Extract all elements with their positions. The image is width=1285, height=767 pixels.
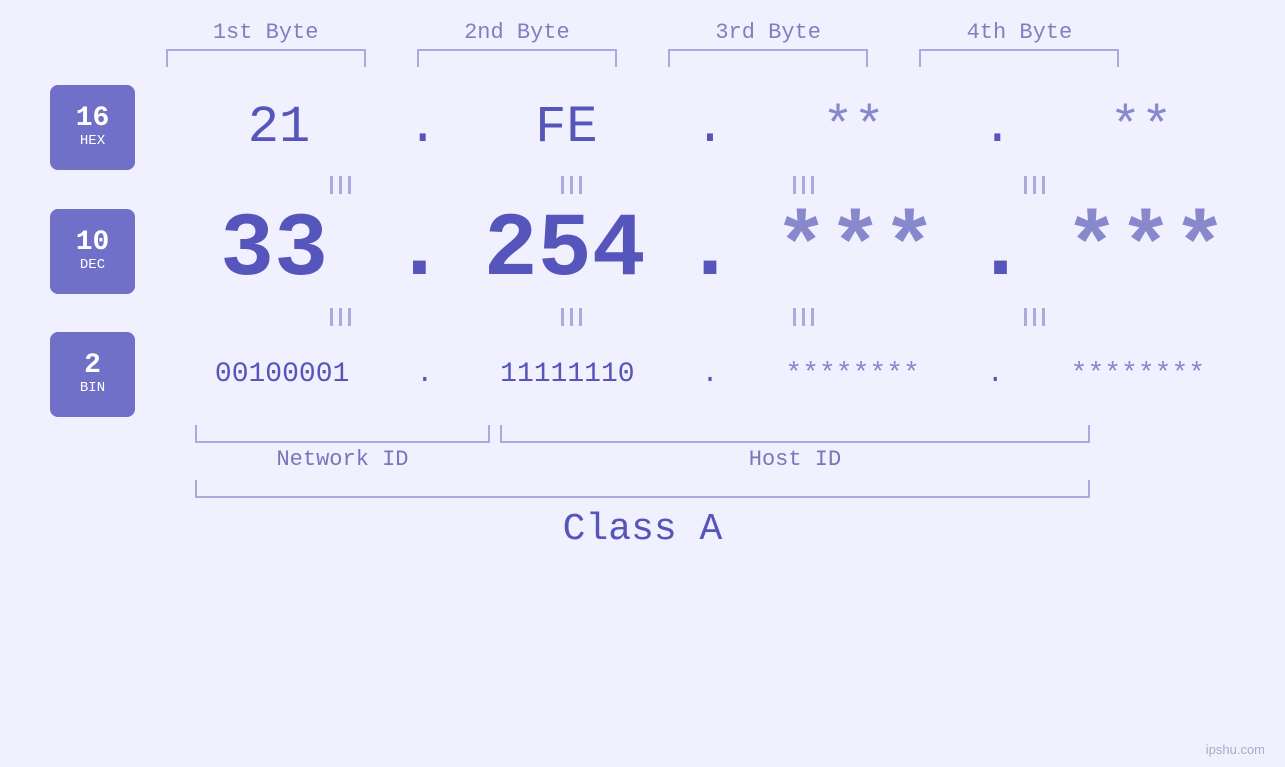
byte-headers: 1st Byte 2nd Byte 3rd Byte 4th Byte <box>0 20 1285 45</box>
hex-badge-label: HEX <box>80 133 105 150</box>
bin-byte3: ******** <box>753 359 953 390</box>
hex-badge: 16 HEX <box>50 85 135 170</box>
bin-values: 00100001 . 11111110 . ******** . *******… <box>135 359 1285 390</box>
main-container: 1st Byte 2nd Byte 3rd Byte 4th Byte 16 H… <box>0 0 1285 767</box>
host-id-label: Host ID <box>500 447 1090 472</box>
hex-row: 16 HEX 21 . FE . ** . ** <box>0 85 1285 170</box>
dec-values: 33 . 254 . *** . *** <box>135 200 1285 302</box>
network-id-label: Network ID <box>195 447 490 472</box>
sep2-b3 <box>703 308 903 326</box>
dec-row: 10 DEC 33 . 254 . *** . *** <box>0 200 1285 302</box>
sep1-b2 <box>472 176 672 194</box>
outer-bracket <box>195 480 1090 498</box>
bin-dot1: . <box>416 359 433 390</box>
hex-byte4: ** <box>1041 98 1241 157</box>
dec-byte3: *** <box>755 200 955 302</box>
sep1-b4 <box>934 176 1134 194</box>
dec-byte2: 254 <box>465 200 665 302</box>
dec-dot1: . <box>392 200 446 302</box>
dec-badge: 10 DEC <box>50 209 135 294</box>
hex-dot2: . <box>694 98 725 157</box>
bin-badge-label: BIN <box>80 380 105 397</box>
hex-dot1: . <box>407 98 438 157</box>
hex-values: 21 . FE . ** . ** <box>135 98 1285 157</box>
dec-badge-number: 10 <box>76 229 110 257</box>
bracket-1 <box>166 49 366 67</box>
sep1-b3 <box>703 176 903 194</box>
dec-byte4: *** <box>1046 200 1246 302</box>
byte3-header: 3rd Byte <box>668 20 868 45</box>
sep2-b4 <box>934 308 1134 326</box>
hex-byte3: ** <box>754 98 954 157</box>
bin-byte2: 11111110 <box>467 359 667 390</box>
bin-badge: 2 BIN <box>50 332 135 417</box>
hex-byte1: 21 <box>179 98 379 157</box>
watermark: ipshu.com <box>1206 742 1265 757</box>
bin-dot2: . <box>702 359 719 390</box>
bottom-section: Network ID Host ID <box>0 425 1285 472</box>
network-bracket <box>195 425 490 443</box>
hex-badge-number: 16 <box>76 105 110 133</box>
bracket-4 <box>919 49 1119 67</box>
bin-row: 2 BIN 00100001 . 11111110 . ******** . *… <box>0 332 1285 417</box>
bin-byte4: ******** <box>1038 359 1238 390</box>
hex-dot3: . <box>982 98 1013 157</box>
sep1-b1 <box>241 176 441 194</box>
byte1-header: 1st Byte <box>166 20 366 45</box>
host-bracket <box>500 425 1090 443</box>
sep2-b1 <box>241 308 441 326</box>
bottom-labels: Network ID Host ID <box>195 447 1090 472</box>
bin-byte1: 00100001 <box>182 359 382 390</box>
dec-byte1: 33 <box>174 200 374 302</box>
byte2-header: 2nd Byte <box>417 20 617 45</box>
dec-dot3: . <box>973 200 1027 302</box>
dec-dot2: . <box>683 200 737 302</box>
bracket-3 <box>668 49 868 67</box>
bin-dot3: . <box>987 359 1004 390</box>
separator-2 <box>0 302 1285 332</box>
top-brackets <box>0 49 1285 67</box>
bin-badge-number: 2 <box>84 352 101 380</box>
separator-1 <box>0 170 1285 200</box>
hex-byte2: FE <box>466 98 666 157</box>
bottom-brackets <box>195 425 1090 443</box>
bracket-2 <box>417 49 617 67</box>
byte4-header: 4th Byte <box>919 20 1119 45</box>
class-label: Class A <box>563 508 723 551</box>
sep2-b2 <box>472 308 672 326</box>
dec-badge-label: DEC <box>80 257 105 274</box>
